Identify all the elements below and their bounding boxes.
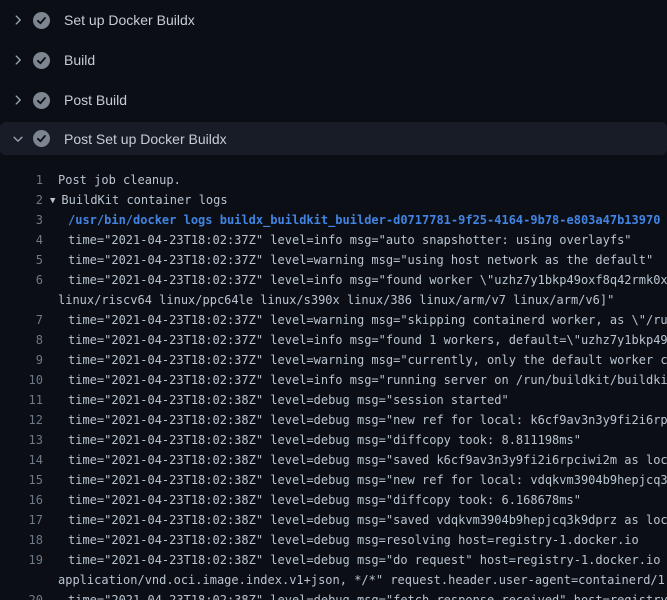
log-line-text: time="2021-04-23T18:02:37Z" level=warnin… — [43, 310, 667, 330]
log-line-number[interactable]: 14 — [0, 450, 43, 470]
log-line: 13 time="2021-04-23T18:02:38Z" level=deb… — [0, 430, 667, 450]
log-line-number[interactable]: 9 — [0, 350, 43, 370]
log-line-text: ▼ BuildKit container logs — [43, 190, 228, 210]
log-line-text: time="2021-04-23T18:02:38Z" level=debug … — [43, 450, 667, 470]
log-line-text: time="2021-04-23T18:02:38Z" level=debug … — [43, 390, 509, 410]
log-line-text: time="2021-04-23T18:02:38Z" level=debug … — [43, 490, 581, 510]
log-line-number[interactable]: 12 — [0, 410, 43, 430]
section-title: Post Set up Docker Buildx — [64, 131, 227, 147]
check-circle-icon — [33, 130, 50, 147]
log-line-number[interactable]: 15 — [0, 470, 43, 490]
log-line-text: time="2021-04-23T18:02:38Z" level=debug … — [43, 410, 667, 430]
section-header-post-set-up-docker-buildx[interactable]: Post Set up Docker Buildx — [0, 122, 667, 155]
log-line-text: time="2021-04-23T18:02:38Z" level=debug … — [43, 430, 581, 450]
section-header-build[interactable]: Build — [0, 40, 667, 80]
log-line: application/vnd.oci.image.index.v1+json,… — [0, 570, 667, 590]
log-line-number[interactable]: 16 — [0, 490, 43, 510]
check-circle-icon — [33, 52, 50, 69]
log-line-text: time="2021-04-23T18:02:37Z" level=warnin… — [43, 250, 653, 270]
log-lines-container: 1 Post job cleanup. 2 ▼ BuildKit containe… — [0, 155, 667, 600]
log-line-number[interactable]: 20 — [0, 590, 43, 600]
log-line: 1 Post job cleanup. — [0, 170, 667, 190]
log-line: 5 time="2021-04-23T18:02:37Z" level=warn… — [0, 250, 667, 270]
log-line-number[interactable]: 10 — [0, 370, 43, 390]
log-line-number[interactable]: 19 — [0, 550, 43, 570]
log-line-text: time="2021-04-23T18:02:38Z" level=debug … — [43, 590, 667, 600]
log-line-number[interactable]: 11 — [0, 390, 43, 410]
log-line: 10 time="2021-04-23T18:02:37Z" level=inf… — [0, 370, 667, 390]
chevron-right-icon — [10, 12, 26, 28]
log-line: 9 time="2021-04-23T18:02:37Z" level=warn… — [0, 350, 667, 370]
log-line-text: /usr/bin/docker logs buildx_buildkit_bui… — [43, 210, 660, 230]
log-line-text: linux/riscv64 linux/ppc64le linux/s390x … — [43, 290, 614, 310]
chevron-down-icon — [10, 131, 26, 147]
chevron-right-icon — [10, 52, 26, 68]
log-line-text: time="2021-04-23T18:02:37Z" level=info m… — [43, 330, 667, 350]
log-line-number — [0, 570, 43, 590]
log-line: 6 time="2021-04-23T18:02:37Z" level=info… — [0, 270, 667, 290]
log-line-number[interactable]: 13 — [0, 430, 43, 450]
log-line-text: time="2021-04-23T18:02:38Z" level=debug … — [43, 470, 667, 490]
log-line-text: application/vnd.oci.image.index.v1+json,… — [43, 570, 667, 590]
log-line: linux/riscv64 linux/ppc64le linux/s390x … — [0, 290, 667, 310]
log-line: 8 time="2021-04-23T18:02:37Z" level=info… — [0, 330, 667, 350]
check-circle-icon — [33, 12, 50, 29]
chevron-right-icon — [10, 92, 26, 108]
log-line-text: Post job cleanup. — [43, 170, 181, 190]
log-line-number[interactable]: 17 — [0, 510, 43, 530]
log-line-text: time="2021-04-23T18:02:37Z" level=warnin… — [43, 350, 667, 370]
log-line-text: time="2021-04-23T18:02:37Z" level=info m… — [43, 270, 667, 290]
log-line: 15 time="2021-04-23T18:02:38Z" level=deb… — [0, 470, 667, 490]
log-line: 4 time="2021-04-23T18:02:37Z" level=info… — [0, 230, 667, 250]
section-title: Build — [64, 52, 95, 68]
log-line: 18 time="2021-04-23T18:02:38Z" level=deb… — [0, 530, 667, 550]
log-line-text: time="2021-04-23T18:02:38Z" level=debug … — [43, 510, 667, 530]
log-line: 7 time="2021-04-23T18:02:37Z" level=warn… — [0, 310, 667, 330]
log-line: 20 time="2021-04-23T18:02:38Z" level=deb… — [0, 590, 667, 600]
section-header-set-up-docker-buildx[interactable]: Set up Docker Buildx — [0, 0, 667, 40]
group-collapse-icon[interactable]: ▼ — [50, 196, 55, 206]
log-line: 11 time="2021-04-23T18:02:38Z" level=deb… — [0, 390, 667, 410]
log-line-number — [0, 290, 43, 310]
log-line: 14 time="2021-04-23T18:02:38Z" level=deb… — [0, 450, 667, 470]
section-title: Set up Docker Buildx — [64, 12, 195, 28]
check-circle-icon — [33, 92, 50, 109]
log-line-text: time="2021-04-23T18:02:38Z" level=debug … — [43, 530, 639, 550]
log-line: 17 time="2021-04-23T18:02:38Z" level=deb… — [0, 510, 667, 530]
section-header-post-build[interactable]: Post Build — [0, 80, 667, 120]
log-line-number[interactable]: 7 — [0, 310, 43, 330]
log-group-label: BuildKit container logs — [61, 193, 227, 207]
log-line-text: time="2021-04-23T18:02:37Z" level=info m… — [43, 230, 632, 250]
log-line: 19 time="2021-04-23T18:02:38Z" level=deb… — [0, 550, 667, 570]
log-line-text: time="2021-04-23T18:02:38Z" level=debug … — [43, 550, 667, 570]
log-line: 12 time="2021-04-23T18:02:38Z" level=deb… — [0, 410, 667, 430]
log-line-text: time="2021-04-23T18:02:37Z" level=info m… — [43, 370, 667, 390]
step-section-list: Set up Docker Buildx Build Post Build Po… — [0, 0, 667, 155]
log-command-line: 3 /usr/bin/docker logs buildx_buildkit_b… — [0, 210, 667, 230]
log-line-number[interactable]: 1 — [0, 170, 43, 190]
log-line-number[interactable]: 5 — [0, 250, 43, 270]
log-line-number[interactable]: 18 — [0, 530, 43, 550]
log-line-number[interactable]: 2 — [0, 190, 43, 210]
log-line-number[interactable]: 4 — [0, 230, 43, 250]
workflow-log-viewer: Set up Docker Buildx Build Post Build Po… — [0, 0, 667, 600]
log-line-number[interactable]: 8 — [0, 330, 43, 350]
log-line: 16 time="2021-04-23T18:02:38Z" level=deb… — [0, 490, 667, 510]
log-line-number[interactable]: 6 — [0, 270, 43, 290]
log-group-header[interactable]: 2 ▼ BuildKit container logs — [0, 190, 667, 210]
log-line-number[interactable]: 3 — [0, 210, 43, 230]
section-title: Post Build — [64, 92, 127, 108]
